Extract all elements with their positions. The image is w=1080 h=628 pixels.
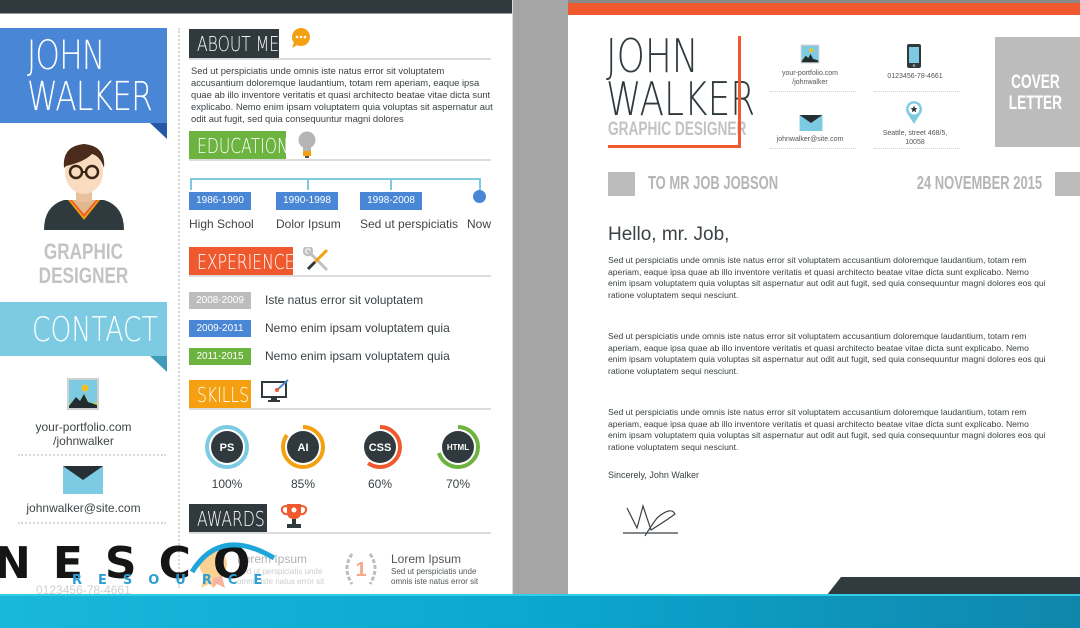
speech-bubble-icon [292, 28, 310, 48]
banner-fold [150, 123, 167, 139]
contact-separator [770, 91, 856, 92]
letter-top-bar [568, 3, 1080, 15]
education-timeline [190, 178, 481, 190]
education-years: 1986-1990 [189, 192, 251, 210]
education-underline [189, 159, 491, 161]
name-frame-vertical [738, 36, 741, 147]
education-years: 1990-1998 [276, 192, 338, 210]
greeting: Hello, mr. Job, [608, 224, 730, 245]
skill-ring: CSS [357, 424, 403, 470]
experience-text: Nemo enim ipsam voluptatem quia [265, 321, 450, 335]
composite-image: JOHN WALKER GRAPHIC DESIGNER CONTACT you… [0, 0, 1080, 628]
signature [623, 503, 678, 537]
letter-email[interactable]: johnwalker@site.com [765, 135, 855, 144]
experience-text: Nemo enim ipsam voluptatem quia [265, 349, 450, 363]
bottom-banner [0, 594, 1080, 628]
about-heading: ABOUT ME [189, 29, 279, 59]
education-label: Now [467, 217, 492, 231]
award-badge-number: 1 [355, 559, 366, 581]
name-banner: JOHN WALKER [0, 28, 167, 123]
experience-years: 2008-2009 [189, 292, 251, 309]
portfolio-image-icon [67, 378, 99, 410]
monitor-pen-icon [261, 379, 289, 402]
email-envelope-icon [63, 466, 103, 494]
education-label: High School [189, 217, 254, 231]
contact-separator [874, 148, 960, 149]
letter-address: Seattle, street 468/5, 10058 [882, 130, 948, 146]
skills-heading: SKILLS [189, 380, 251, 410]
contact-separator [18, 454, 166, 456]
first-name: JOHN [27, 33, 105, 79]
skills-underline [189, 408, 491, 410]
letter-portfolio-link[interactable]: your-portfolio.com /johnwalker [765, 69, 855, 87]
last-name: WALKER [27, 74, 153, 120]
experience-heading: EXPERIENCE [189, 247, 295, 277]
skill-ring: AI [280, 424, 326, 470]
cover-letter-page: JOHN WALKER GRAPHIC DESIGNER your-portfo… [568, 0, 1080, 600]
contact-banner: CONTACT [0, 302, 167, 356]
award-title: Lorem Ipsum [391, 552, 462, 566]
letter-paragraph: Sed ut perspiciatis unde omnis iste natu… [608, 255, 1046, 300]
date-marker [1055, 172, 1080, 196]
resume-email[interactable]: johnwalker@site.com [0, 501, 167, 515]
education-heading: EDUCATION [189, 131, 289, 161]
skill-name: PS [220, 442, 235, 454]
contact-separator [18, 522, 166, 524]
recipient-marker [608, 172, 635, 196]
cover-letter-label: COVER LETTER [995, 37, 1080, 147]
avatar-icon [44, 144, 124, 230]
sidebar-divider [178, 28, 180, 588]
skill-percent: 60% [367, 477, 393, 491]
skill-name: AI [298, 442, 309, 454]
portfolio-image-icon [800, 44, 820, 64]
letter-paragraph: Sed ut perspiciatis unde omnis iste natu… [608, 331, 1046, 376]
letter-last-name: WALKER [606, 72, 756, 126]
name-frame-horizontal [608, 145, 741, 148]
skill-name: HTML [447, 443, 469, 452]
tools-icon [303, 247, 329, 272]
logo-subtitle: RESOURCE [72, 573, 279, 588]
experience-underline [189, 275, 491, 277]
resume-page: JOHN WALKER GRAPHIC DESIGNER CONTACT you… [0, 0, 513, 600]
about-text: Sed ut perspiciatis unde omnis iste natu… [191, 65, 493, 124]
trophy-icon [280, 504, 308, 528]
skill-ring: HTML [435, 424, 481, 470]
recipient: TO MR JOB JOBSON [648, 173, 779, 193]
experience-text: Iste natus error sit voluptatem [265, 293, 424, 307]
experience-years: 2009-2011 [189, 320, 251, 337]
letter-paragraph: Sed ut perspiciatis unde omnis iste natu… [608, 407, 1046, 452]
resume-top-bar [0, 0, 512, 14]
contact-separator [874, 91, 960, 92]
letter-role: GRAPHIC DESIGNER [608, 119, 747, 140]
closing: Sincerely, John Walker [608, 470, 700, 480]
skill-percent: 100% [211, 477, 243, 491]
lightbulb-icon [298, 131, 316, 158]
education-label: Dolor Ipsum [276, 217, 341, 231]
contact-separator [770, 148, 856, 149]
letter-phone[interactable]: 0123456-78-4661 [870, 72, 960, 81]
nesco-resource-logo: NESCO RESOURCE [0, 528, 290, 592]
award-description: Sed ut perspiciatis unde omnis iste natu… [391, 567, 479, 586]
education-years: 1998-2008 [360, 192, 422, 210]
education-label: Sed ut perspiciatis [360, 217, 459, 231]
skill-percent: 85% [290, 477, 316, 491]
location-pin-icon [906, 101, 922, 124]
logo-swoosh [190, 542, 276, 574]
resume-role: GRAPHIC DESIGNER [38, 239, 129, 288]
skill-name: CSS [369, 442, 392, 454]
resume-portfolio-link[interactable]: your-portfolio.com /johnwalker [0, 420, 167, 448]
phone-icon [907, 44, 921, 68]
letter-date: 24 NOVEMBER 2015 [916, 173, 1042, 193]
skill-percent: 70% [445, 477, 471, 491]
email-envelope-icon [799, 115, 823, 131]
laurel-award-icon: 1 [345, 553, 377, 585]
skill-ring: PS [204, 424, 250, 470]
about-underline [189, 58, 491, 60]
experience-years: 2011-2015 [189, 348, 251, 365]
contact-banner-fold [150, 356, 167, 372]
timeline-now-dot [473, 190, 486, 203]
